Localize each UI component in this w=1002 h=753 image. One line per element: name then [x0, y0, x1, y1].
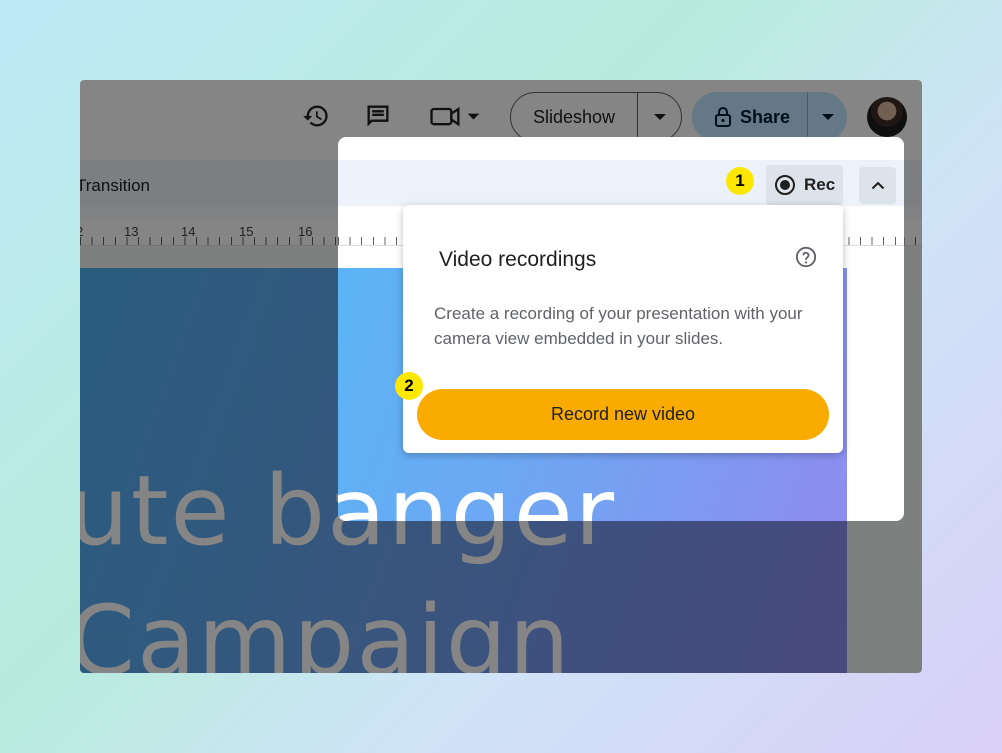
- collapse-button[interactable]: [859, 167, 896, 204]
- help-icon[interactable]: [795, 246, 817, 268]
- popup-description: Create a recording of your presentation …: [434, 304, 803, 348]
- chevron-up-icon: [871, 181, 884, 190]
- app-window: Slideshow Share Transition 2 13 14 15 16…: [80, 80, 922, 673]
- popup-title: Video recordings: [439, 248, 597, 271]
- rec-button[interactable]: Rec: [766, 165, 843, 205]
- record-icon: [775, 175, 795, 195]
- step-1-badge: 1: [726, 167, 754, 195]
- step-2-badge: 2: [395, 372, 423, 400]
- rec-label: Rec: [804, 175, 836, 194]
- record-new-video-button[interactable]: Record new video: [417, 389, 829, 440]
- video-recordings-popup: Video recordings Create a recording of y…: [403, 205, 843, 453]
- slide-title-line1-highlight: ute banger: [338, 457, 617, 521]
